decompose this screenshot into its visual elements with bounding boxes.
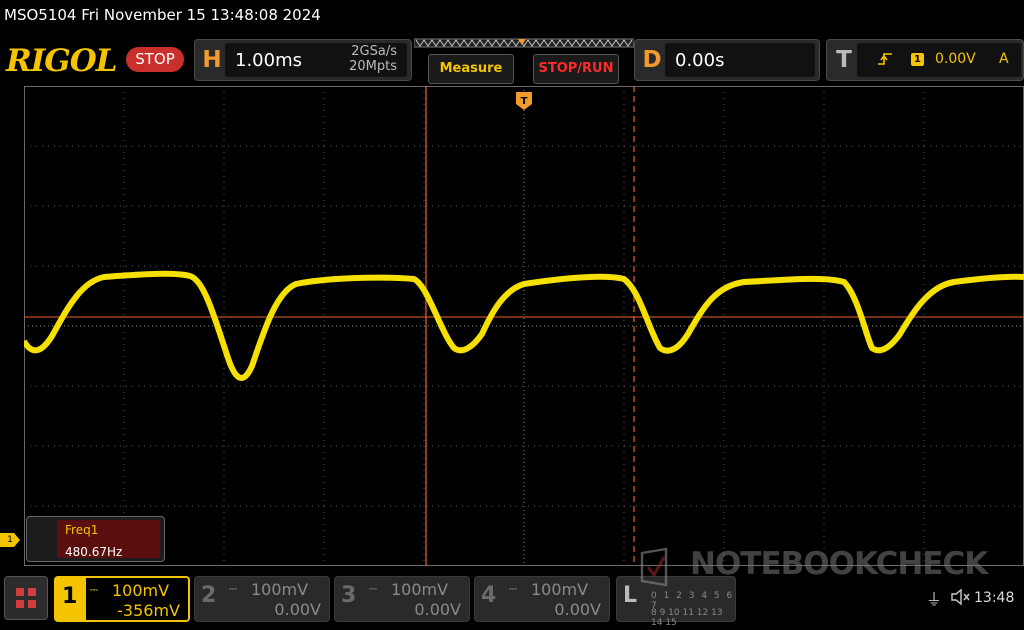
logic-channels-row2: 8 9 10 11 12 13 14 15 [651,608,723,628]
menu-grid-icon-cell [28,588,36,596]
delay-panel[interactable]: D 0.00s [634,39,820,81]
title-bar: MSO5104 Fri November 15 13:48:08 2024 [0,0,1024,34]
measurement-result[interactable]: Freq1 480.67Hz [26,516,165,562]
timebase-value: 1.00ms [235,50,302,71]
brand-logo: RIGOL [6,43,118,79]
channel-number: 2 [201,583,217,608]
channel-number: 1 [62,584,78,609]
trigger-level: 0.00V [935,51,976,67]
waveform-display[interactable]: T [24,86,1024,566]
channel-scale: 100mV [531,580,589,599]
speaker-muted-icon[interactable] [950,588,970,606]
acquisition-info: 2GSa/s 20Mpts [349,44,397,74]
trigger-letter: T [836,47,852,73]
channel-offset: 0.00V [414,600,461,619]
channel-offset: -356mV [117,601,180,620]
dc-coupling-icon: ⎓ [369,584,377,595]
dc-coupling-icon: ⎓ [509,584,517,595]
channel-number: 4 [481,583,497,608]
run-state-badge[interactable]: STOP [126,47,184,72]
dc-coupling-icon: ⎓ [90,585,98,596]
memory-depth: 20Mpts [349,59,397,74]
trigger-mode: A [999,51,1009,67]
menu-grid-icon-cell [28,600,36,608]
rising-edge-icon [878,53,892,65]
sample-rate: 2GSa/s [351,44,397,59]
channel-3-panel[interactable]: 3 ⎓ 100mV 0.00V [334,576,470,622]
measurement-name: Freq1 [65,523,99,537]
channel-number: 3 [341,583,357,608]
usb-icon: ⏚ [926,590,943,609]
main-menu-button[interactable] [4,576,48,620]
horizontal-panel[interactable]: H 1.00ms 2GSa/s 20Mpts [194,39,412,81]
horizontal-inner: 1.00ms 2GSa/s 20Mpts [225,43,407,77]
ch1-offset-marker[interactable]: 1 [0,533,20,547]
channel-scale: 100mV [251,580,309,599]
top-toolbar: RIGOL STOP H 1.00ms 2GSa/s 20Mpts Measur… [0,34,1024,86]
channel-1-panel[interactable]: 1 ⎓ 100mV -356mV [54,576,190,622]
status-clock: 13:48 [974,590,1015,606]
measurement-value: 480.67Hz [65,545,123,559]
trigger-panel[interactable]: T 1 0.00V A [826,39,1024,81]
channel-offset: 0.00V [274,600,321,619]
logic-letter: L [623,583,638,608]
notebookcheck-logo-icon [640,547,668,587]
menu-grid-icon [16,588,24,596]
dc-coupling-icon: ⎓ [229,584,237,595]
window-title: MSO5104 Fri November 15 13:48:08 2024 [4,6,321,24]
channel-2-panel[interactable]: 2 ⎓ 100mV 0.00V [194,576,330,622]
channel-4-panel[interactable]: 4 ⎓ 100mV 0.00V [474,576,610,622]
horizontal-letter: H [202,47,222,73]
trigger-inner: 1 0.00V A [857,43,1021,77]
channel-scale: 100mV [112,581,170,600]
stop-run-button[interactable]: STOP/RUN [533,54,619,84]
watermark-text: NOTEBOOKCHECK [690,546,988,582]
delay-value: 0.00s [675,50,725,71]
trigger-source: 1 [911,53,924,66]
measure-button[interactable]: Measure [428,54,514,84]
delay-letter: D [642,47,662,73]
delay-inner: 0.00s [665,43,815,77]
menu-grid-icon-cell [16,600,24,608]
channel-offset: 0.00V [554,600,601,619]
channel-scale: 100mV [391,580,449,599]
trigger-position-strip [414,38,634,48]
svg-text:T: T [521,96,528,107]
